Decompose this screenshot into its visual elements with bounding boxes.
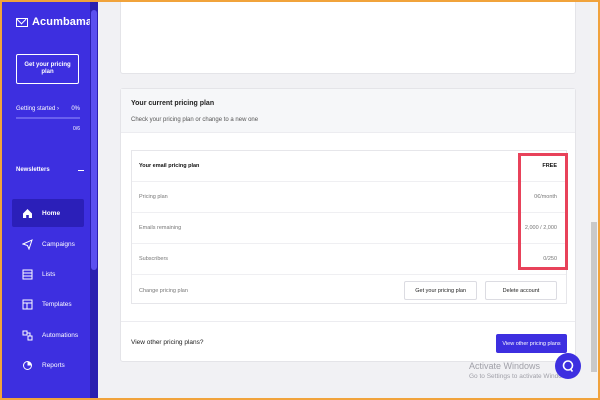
plan-header-label: Your email pricing plan	[139, 163, 200, 169]
sidebar-item-label: Automations	[42, 331, 79, 339]
getting-started-progress	[16, 117, 80, 119]
view-other-plans-button[interactable]: View other pricing plans	[496, 334, 567, 353]
pricing-plan-card: Your current pricing plan Check your pri…	[120, 88, 576, 362]
sidebar-item-lists[interactable]: Lists	[12, 260, 84, 288]
row-label: Subscribers	[139, 256, 169, 262]
getting-started-link[interactable]: Getting started › 0%	[16, 106, 80, 112]
pricing-table: Your email pricing plan FREE Pricing pla…	[131, 150, 567, 304]
get-pricing-plan-button[interactable]: Get your pricing plan	[16, 54, 79, 84]
automation-icon	[22, 330, 33, 340]
mail-icon	[16, 17, 28, 27]
sidebar-scrollbar[interactable]	[90, 2, 98, 398]
pricing-title: Your current pricing plan	[131, 100, 215, 107]
table-row: Subscribers 0/250	[132, 244, 566, 275]
change-plan-actions: Get your pricing plan Delete account	[404, 281, 557, 300]
get-pricing-plan-table-button[interactable]: Get your pricing plan	[404, 281, 477, 300]
sidebar-item-label: Reports	[42, 361, 65, 369]
paper-plane-icon	[22, 238, 33, 250]
sidebar-item-home[interactable]: Home	[12, 199, 84, 227]
table-row: Change pricing plan Get your pricing pla…	[132, 275, 566, 306]
main-scrollbar-thumb[interactable]	[591, 222, 597, 372]
sidebar: Acumbamail Get your pricing plan Getting…	[2, 2, 98, 398]
previous-card	[120, 2, 576, 74]
getting-started-count: 0/6	[73, 126, 80, 132]
change-plan-label: Change pricing plan	[139, 287, 188, 294]
minus-icon	[78, 169, 84, 171]
sidebar-item-automations[interactable]: Automations	[12, 321, 84, 349]
brand-name: Acumbamail	[32, 16, 99, 28]
other-plans-text: View other pricing plans?	[131, 339, 204, 346]
section-label: Newsletters	[16, 167, 50, 173]
table-row: Emails remaining 2,000 / 2,000	[132, 213, 566, 244]
row-value: 0€/month	[534, 194, 557, 200]
row-label: Pricing plan	[139, 194, 168, 200]
activate-subtitle: Go to Settings to activate Windows.	[469, 373, 572, 380]
sidebar-item-templates[interactable]: Templates	[12, 290, 84, 318]
pricing-card-header: Your current pricing plan Check your pri…	[121, 89, 575, 133]
sidebar-scrollbar-thumb[interactable]	[91, 10, 97, 270]
plan-header-value: FREE	[542, 163, 557, 169]
table-row: Pricing plan 0€/month	[132, 182, 566, 213]
sidebar-item-campaigns[interactable]: Campaigns	[12, 230, 84, 258]
sidebar-item-label: Home	[42, 209, 61, 217]
getting-started-label: Getting started ›	[16, 106, 60, 112]
home-icon	[23, 208, 32, 218]
sidebar-item-label: Campaigns	[42, 240, 75, 248]
list-icon	[22, 269, 33, 279]
chat-button[interactable]	[555, 353, 581, 379]
pricing-card-footer: View other pricing plans? View other pri…	[121, 321, 575, 363]
row-value: 2,000 / 2,000	[524, 225, 557, 231]
pricing-subtitle: Check your pricing plan or change to a n…	[131, 117, 259, 123]
row-label: Emails remaining	[139, 225, 182, 231]
newsletters-section[interactable]: Newsletters	[16, 167, 84, 173]
brand-logo[interactable]: Acumbamail	[16, 16, 98, 28]
sidebar-item-label: Templates	[42, 300, 72, 308]
sidebar-item-label: Lists	[42, 270, 56, 278]
table-row: Your email pricing plan FREE	[132, 151, 566, 182]
reports-icon	[23, 360, 32, 370]
getting-started-percent: 0%	[71, 106, 80, 112]
template-icon	[22, 299, 33, 309]
main-scrollbar[interactable]	[590, 2, 598, 398]
row-value: 0/250	[543, 256, 557, 262]
delete-account-button[interactable]: Delete account	[485, 281, 557, 300]
sidebar-item-reports[interactable]: Reports	[12, 351, 84, 379]
chat-icon	[562, 360, 574, 372]
